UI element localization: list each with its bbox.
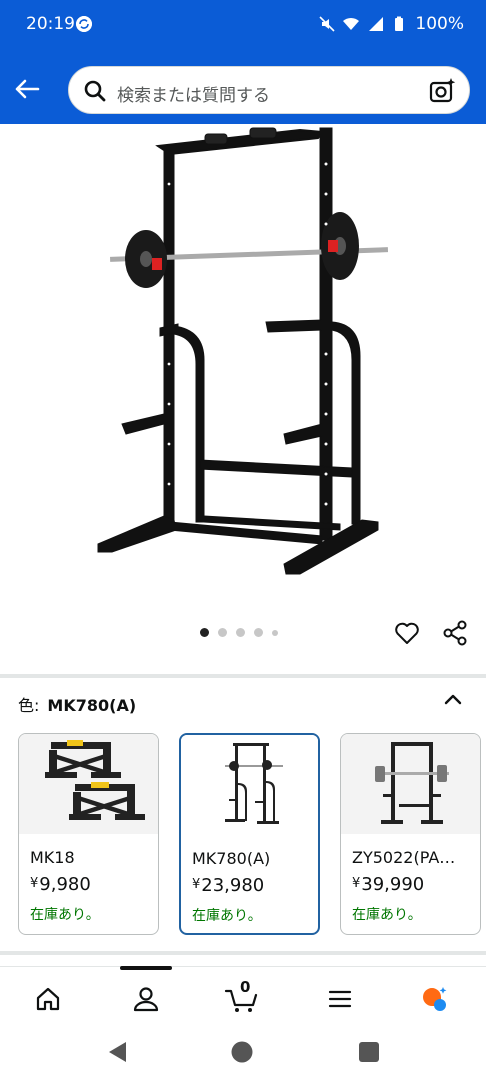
rufus-icon[interactable] <box>420 985 448 1013</box>
option-stock: 在庫あり。 <box>30 907 100 923</box>
battery-icon <box>395 16 404 31</box>
cart-count: 0 <box>240 978 251 996</box>
product-image[interactable] <box>0 124 486 614</box>
battery-level: 100% <box>415 14 464 34</box>
camera-search-icon[interactable] <box>429 77 457 105</box>
menu-icon[interactable] <box>326 985 354 1013</box>
back-arrow-icon[interactable] <box>12 74 42 104</box>
section-divider <box>0 674 486 678</box>
search-input[interactable]: 検索または質問する <box>68 66 470 114</box>
signal-icon <box>369 17 384 31</box>
option-name: MK18 <box>30 848 75 867</box>
chevron-up-icon[interactable] <box>442 690 464 708</box>
variation-selector: 色: MK780(A) <box>18 692 136 716</box>
system-nav-bar <box>0 1028 486 1080</box>
option-currency: ¥ <box>352 876 361 891</box>
option-name: ZY5022(PA… <box>352 848 456 867</box>
bottom-nav <box>0 966 486 1028</box>
system-back-icon[interactable] <box>106 1040 128 1064</box>
status-time: 20:19 <box>26 14 75 34</box>
option-price-value: 39,990 <box>361 874 425 895</box>
option-price-value: 23,980 <box>201 875 265 896</box>
system-recents-icon[interactable] <box>358 1041 380 1063</box>
app-header: 検索または質問する <box>0 52 486 124</box>
home-icon[interactable] <box>34 985 62 1013</box>
mute-icon <box>319 16 335 32</box>
variation-label: 色: <box>18 696 40 715</box>
share-icon[interactable] <box>442 620 468 646</box>
heart-icon[interactable] <box>394 620 420 646</box>
search-placeholder: 検索または質問する <box>117 86 270 106</box>
active-tab-indicator <box>120 966 172 970</box>
carousel-dot <box>200 628 209 637</box>
option-thumbnail <box>341 734 480 834</box>
option-card[interactable]: MK18 ¥9,980 在庫あり。 <box>18 733 159 935</box>
option-thumbnail <box>19 734 158 834</box>
option-card-selected[interactable]: MK780(A) ¥23,980 在庫あり。 <box>179 733 320 935</box>
variation-value: MK780(A) <box>47 696 137 715</box>
carousel-dot <box>236 628 245 637</box>
option-stock: 在庫あり。 <box>352 907 422 923</box>
option-thumbnail <box>181 735 318 835</box>
option-price-value: 9,980 <box>39 874 91 895</box>
option-card[interactable]: ZY5022(PA… ¥39,990 在庫あり。 <box>340 733 481 935</box>
sync-icon <box>76 16 92 32</box>
carousel-dot <box>272 629 278 636</box>
wifi-icon <box>343 17 360 30</box>
option-currency: ¥ <box>30 876 39 891</box>
option-price: ¥23,980 <box>192 875 264 896</box>
system-home-icon[interactable] <box>230 1040 254 1064</box>
option-price: ¥9,980 <box>30 874 91 895</box>
section-divider <box>0 951 486 955</box>
option-price: ¥39,990 <box>352 874 424 895</box>
option-name: MK780(A) <box>192 849 271 868</box>
carousel-dot <box>218 628 227 637</box>
variation-options: MK18 ¥9,980 在庫あり。 MK780(A) ¥23,980 在庫あり。 <box>18 733 481 935</box>
option-currency: ¥ <box>192 877 201 892</box>
option-stock: 在庫あり。 <box>192 908 262 924</box>
carousel-dot <box>254 628 263 637</box>
search-icon <box>84 80 106 102</box>
carousel-indicator <box>200 628 278 637</box>
account-icon[interactable] <box>132 985 160 1013</box>
status-bar: 20:19 100% <box>0 0 486 52</box>
